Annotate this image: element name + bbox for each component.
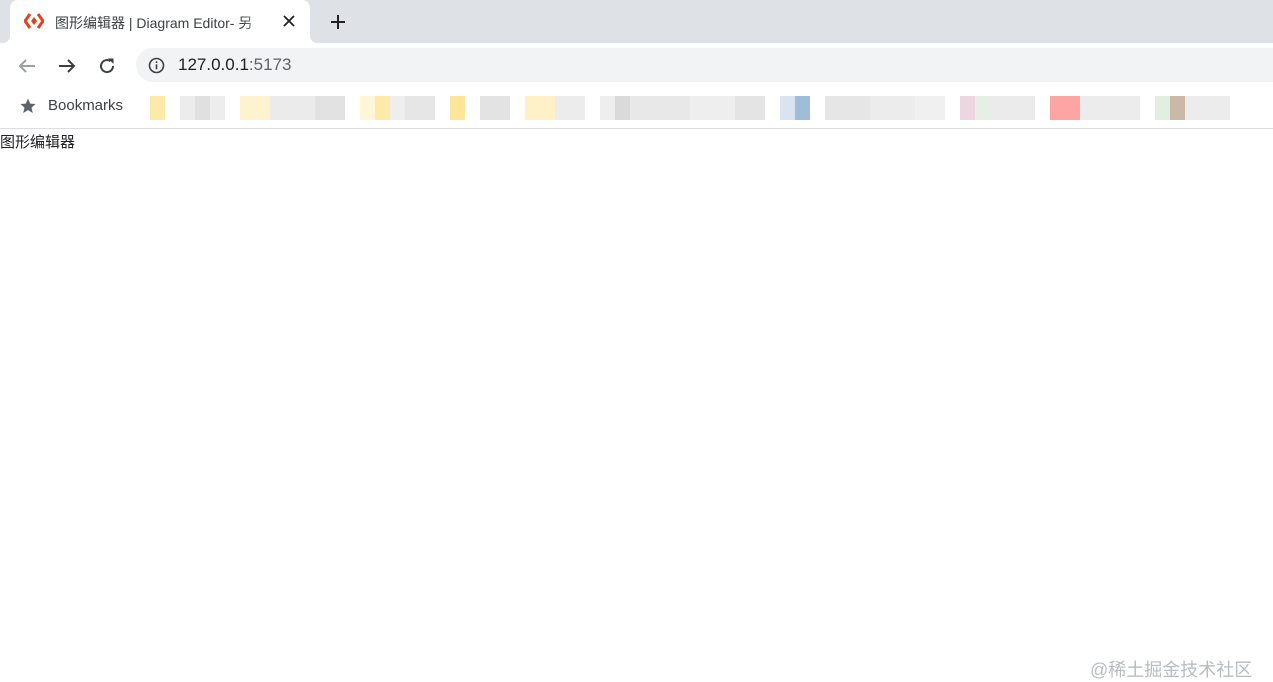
bookmark-item-blurred[interactable]	[825, 96, 945, 120]
bookmark-item-blurred[interactable]	[450, 96, 510, 120]
bookmarks-label: Bookmarks	[48, 97, 124, 114]
bookmark-item-blurred[interactable]	[150, 96, 225, 120]
address-bar[interactable]: 127.0.0.1:5173	[136, 48, 1273, 82]
url-port: :5173	[248, 55, 292, 74]
tab-strip: 图形编辑器 | Diagram Editor- 另	[0, 0, 1273, 43]
bookmark-item-blurred[interactable]	[780, 96, 810, 120]
url-text: 127.0.0.1:5173	[178, 55, 291, 75]
info-icon[interactable]	[148, 57, 165, 74]
bookmark-item-blurred[interactable]	[600, 96, 765, 120]
page-heading: 图形编辑器	[0, 134, 76, 151]
plus-icon[interactable]	[326, 10, 350, 34]
tab-title: 图形编辑器 | Diagram Editor- 另	[55, 15, 253, 31]
bookmark-item-blurred[interactable]	[1050, 96, 1140, 120]
bookmark-item-blurred[interactable]	[525, 96, 585, 120]
arrow-right-icon[interactable]	[54, 53, 80, 79]
bookmark-item-blurred[interactable]	[240, 96, 345, 120]
close-icon[interactable]	[280, 12, 298, 30]
browser-toolbar: 127.0.0.1:5173	[0, 43, 1273, 88]
watermark-text: @稀土掘金技术社区	[1090, 660, 1253, 680]
tab-active[interactable]: 图形编辑器 | Diagram Editor- 另	[2, 0, 318, 43]
arrow-left-icon[interactable]	[14, 53, 40, 79]
bookmarks-bar: Bookmarks	[0, 88, 1273, 129]
url-host: 127.0.0.1	[178, 55, 249, 74]
bookmark-item-blurred[interactable]	[360, 96, 435, 120]
reload-icon[interactable]	[94, 53, 120, 79]
diagram-logo-icon	[23, 12, 45, 30]
bookmark-item-blurred[interactable]	[960, 96, 1035, 120]
star-icon	[19, 97, 37, 115]
bookmark-item-blurred[interactable]	[1155, 96, 1230, 120]
